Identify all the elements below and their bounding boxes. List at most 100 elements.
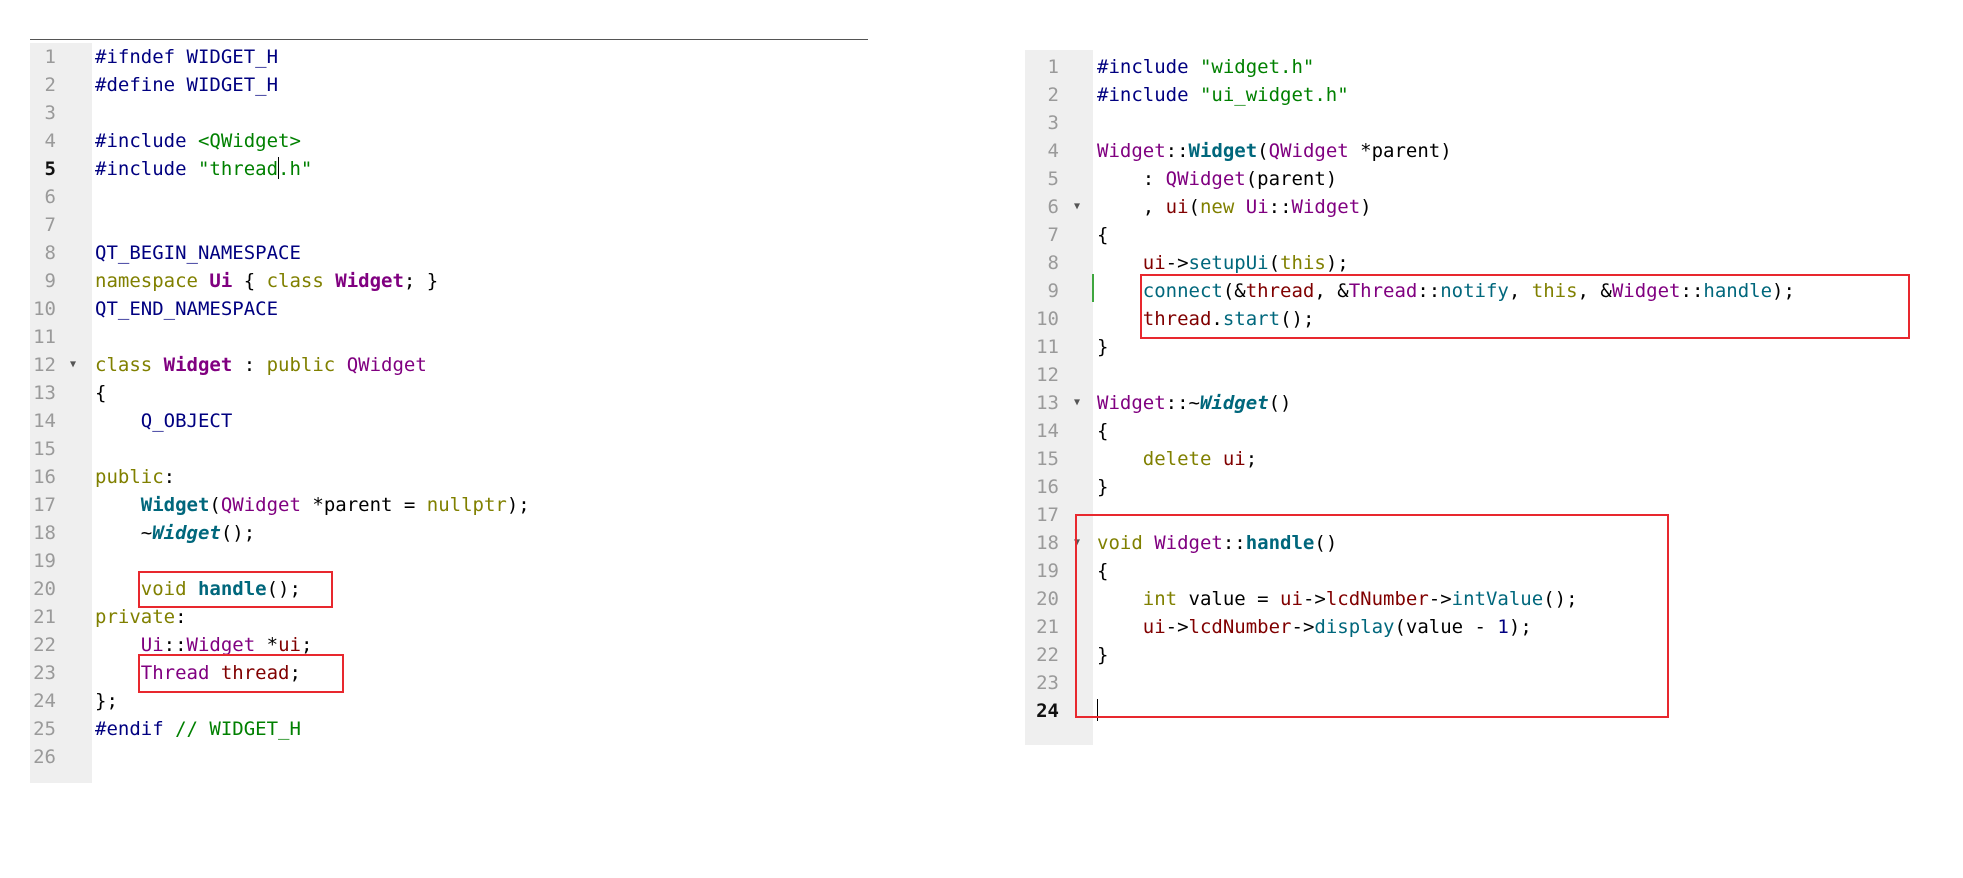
code-token: display: [1314, 616, 1395, 638]
code-line[interactable]: #define WIDGET_H: [95, 71, 278, 99]
code-line[interactable]: }: [1097, 641, 1108, 669]
code-line[interactable]: void handle();: [95, 575, 301, 603]
line-number: 3: [1047, 112, 1059, 134]
code-line[interactable]: }: [1097, 473, 1108, 501]
code-token: :: [163, 466, 176, 488]
right-code-editor-widget-cpp[interactable]: 1 #include "widget.h" 2 #include "ui_widget…: [1025, 50, 1925, 745]
code-line[interactable]: class Widget : public QWidget: [95, 351, 427, 379]
fold-arrow-icon[interactable]: ▼: [70, 351, 76, 379]
code-line[interactable]: delete ui;: [1097, 445, 1257, 473]
fold-arrow-icon[interactable]: ▼: [1074, 193, 1080, 221]
code-token: );: [1508, 616, 1532, 638]
line-number: 2: [44, 74, 56, 96]
code-token: *: [255, 634, 279, 656]
code-token: ui: [1142, 252, 1166, 274]
code-line[interactable]: ui->setupUi(this);: [1097, 249, 1349, 277]
code-line[interactable]: Ui::Widget *ui;: [95, 631, 313, 659]
code-token: );: [1772, 280, 1795, 302]
line-number: 17: [33, 494, 56, 516]
code-line[interactable]: {: [1097, 557, 1108, 585]
code-token: "thread: [197, 158, 279, 180]
left-code-editor-widget-h[interactable]: 1 #ifndef WIDGET_H 2 #define WIDGET_H 3 4 #inc…: [30, 43, 868, 783]
code-token: };: [95, 690, 118, 712]
code-token: Widget: [335, 270, 404, 292]
line-number: 13: [33, 382, 56, 404]
code-token: #include: [1097, 56, 1200, 78]
code-line[interactable]: void Widget::handle(): [1097, 529, 1337, 557]
code-token: .h": [278, 158, 313, 180]
line-number: 9: [1047, 280, 1059, 302]
code-token: ->: [1165, 616, 1189, 638]
code-line[interactable]: Widget(QWidget *parent = nullptr);: [95, 491, 530, 519]
code-line[interactable]: Q_OBJECT: [95, 407, 233, 435]
line-number: 15: [33, 438, 56, 460]
line-number: 14: [33, 410, 56, 432]
code-line[interactable]: Thread thread;: [95, 659, 301, 687]
code-token: Widget: [152, 522, 221, 544]
code-line[interactable]: namespace Ui { class Widget; }: [95, 267, 438, 295]
line-number: 24: [1036, 700, 1059, 722]
text-cursor: [1096, 699, 1098, 721]
line-number: 20: [33, 578, 56, 600]
line-number: 10: [33, 298, 56, 320]
line-number: 24: [33, 690, 56, 712]
code-token: QWidget: [1165, 168, 1246, 190]
code-line[interactable]: private:: [95, 603, 187, 631]
code-token: (parent): [1245, 168, 1338, 190]
code-line[interactable]: #include "widget.h": [1097, 53, 1314, 81]
code-line[interactable]: , ui(new Ui::Widget): [1097, 193, 1372, 221]
code-token: #include: [1097, 84, 1200, 106]
code-line[interactable]: #endif // WIDGET_H: [95, 715, 301, 743]
code-token: #ifndef WIDGET_H: [95, 46, 279, 68]
code-line[interactable]: #include <QWidget>: [95, 127, 301, 155]
line-number: 1: [44, 46, 56, 68]
line-number: 25: [33, 718, 56, 740]
code-token: );: [1325, 252, 1349, 274]
code-token: ;: [289, 662, 301, 684]
line-number: 18: [33, 522, 56, 544]
code-token: start: [1222, 308, 1281, 330]
code-line[interactable]: }: [1097, 333, 1108, 361]
code-line[interactable]: ~Widget();: [95, 519, 255, 547]
code-token: value =: [1188, 588, 1281, 610]
code-token: (value -: [1394, 616, 1498, 638]
line-number: 11: [33, 326, 56, 348]
line-number: 16: [33, 466, 56, 488]
code-line[interactable]: #include "thread.h": [95, 155, 312, 183]
code-line[interactable]: connect(&thread, &Thread::notify, this, …: [1097, 277, 1795, 305]
code-token: QWidget: [1268, 140, 1349, 162]
code-line[interactable]: ui->lcdNumber->display(value - 1);: [1097, 613, 1532, 641]
code-line[interactable]: Widget::Widget(QWidget *parent): [1097, 137, 1452, 165]
code-line[interactable]: QT_BEGIN_NAMESPACE: [95, 239, 301, 267]
code-token: Widget: [186, 634, 256, 656]
code-line[interactable]: #ifndef WIDGET_H: [95, 43, 278, 71]
code-token: class: [95, 354, 164, 376]
code-token: ::: [1222, 532, 1246, 554]
code-line[interactable]: {: [1097, 417, 1108, 445]
code-line[interactable]: Widget::~Widget(): [1097, 389, 1292, 417]
code-line[interactable]: };: [95, 687, 118, 715]
code-line[interactable]: QT_END_NAMESPACE: [95, 295, 278, 323]
code-line[interactable]: thread.start();: [1097, 305, 1315, 333]
code-token: (: [209, 494, 221, 516]
code-line[interactable]: #include "ui_widget.h": [1097, 81, 1349, 109]
fold-arrow-icon[interactable]: ▼: [1074, 389, 1080, 417]
code-line[interactable]: int value = ui->lcdNumber->intValue();: [1097, 585, 1578, 613]
code-token: :: [1097, 168, 1166, 190]
code-token: ->: [1291, 616, 1315, 638]
code-token: intValue: [1451, 588, 1544, 610]
line-number: 2: [1047, 84, 1059, 106]
code-line[interactable]: public:: [95, 463, 175, 491]
code-token: thread: [1245, 280, 1315, 302]
code-line[interactable]: {: [95, 379, 106, 407]
fold-arrow-icon[interactable]: ▼: [1074, 529, 1080, 557]
code-token: (&: [1222, 280, 1246, 302]
line-number: 5: [44, 158, 56, 180]
code-line[interactable]: : QWidget(parent): [1097, 165, 1337, 193]
code-line[interactable]: {: [1097, 221, 1108, 249]
code-token: ; }: [403, 270, 439, 292]
code-token: namespace: [95, 270, 210, 292]
